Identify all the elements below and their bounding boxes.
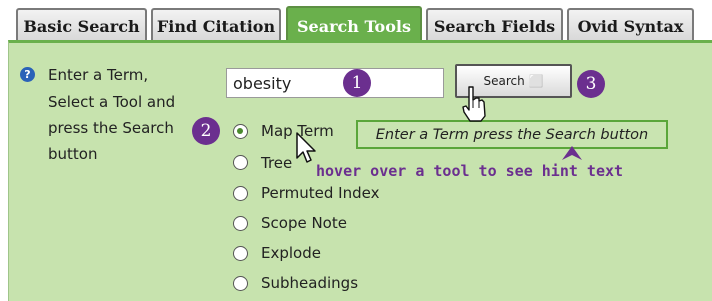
tab-bar: Basic Search Find Citation Search Tools … bbox=[0, 0, 712, 44]
hint-text-box: Enter a Term press the Search button bbox=[356, 120, 668, 149]
tool-label-tree: Tree bbox=[261, 154, 293, 172]
arrow-cursor-icon bbox=[296, 132, 316, 163]
tab-search-fields[interactable]: Search Fields bbox=[426, 8, 563, 42]
step-badge-2: 2 bbox=[192, 117, 220, 145]
tab-find-citation[interactable]: Find Citation bbox=[151, 8, 281, 42]
tool-label-scope-note: Scope Note bbox=[261, 214, 347, 232]
tab-basic-search[interactable]: Basic Search bbox=[16, 8, 147, 42]
annotation-arrow-icon bbox=[562, 146, 582, 160]
annotation-text: hover over a tool to see hint text bbox=[316, 162, 624, 180]
tool-label-explode: Explode bbox=[261, 244, 321, 262]
radio-explode[interactable] bbox=[233, 246, 248, 261]
radio-subheadings[interactable] bbox=[233, 276, 248, 291]
radio-map-term[interactable] bbox=[233, 124, 248, 139]
help-icon[interactable]: ? bbox=[20, 67, 35, 82]
hand-cursor-icon bbox=[462, 86, 486, 122]
step-badge-3: 3 bbox=[577, 70, 605, 98]
step-badge-1: 1 bbox=[343, 69, 371, 97]
search-input[interactable] bbox=[226, 68, 444, 98]
instruction-line-4: button bbox=[48, 145, 98, 163]
radio-permuted-index[interactable] bbox=[233, 186, 248, 201]
instruction-line-3: press the Search bbox=[48, 119, 174, 137]
radio-scope-note[interactable] bbox=[233, 216, 248, 231]
instruction-line-1: Enter a Term, bbox=[48, 66, 149, 84]
tool-label-permuted-index: Permuted Index bbox=[261, 184, 380, 202]
tab-ovid-syntax[interactable]: Ovid Syntax bbox=[567, 8, 694, 42]
tool-label-subheadings: Subheadings bbox=[261, 274, 359, 292]
instruction-line-2: Select a Tool and bbox=[48, 93, 176, 111]
radio-tree[interactable] bbox=[233, 155, 248, 170]
tab-search-tools[interactable]: Search Tools bbox=[286, 6, 422, 44]
